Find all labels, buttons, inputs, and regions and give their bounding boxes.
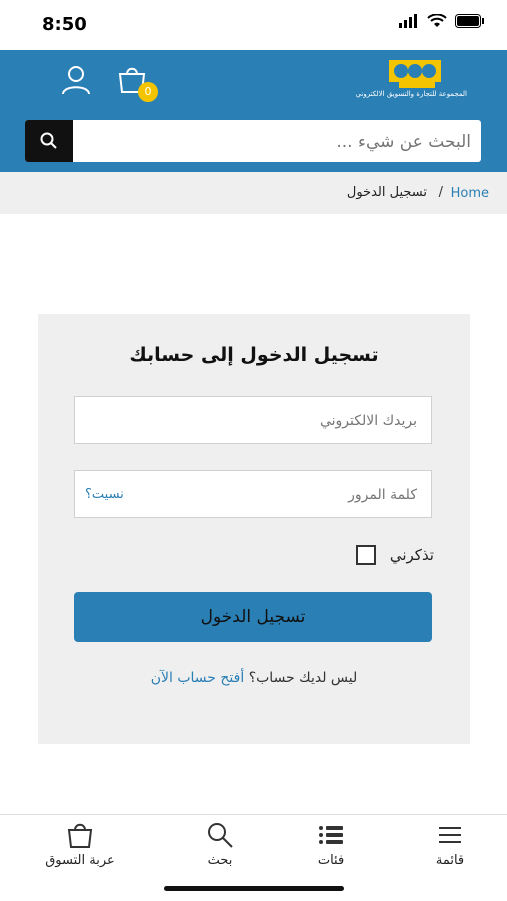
tab-categories[interactable]: فئات <box>281 821 381 868</box>
tab-cart[interactable]: عربة التسوق <box>30 821 130 868</box>
menu-icon <box>439 827 461 843</box>
password-field-wrapper: نسيت؟ <box>74 470 432 519</box>
user-icon[interactable] <box>60 64 92 96</box>
breadcrumb-separator: / <box>438 185 443 200</box>
search-icon <box>208 823 233 848</box>
email-field-wrapper <box>74 396 432 445</box>
tab-menu[interactable]: قائمة <box>400 821 500 868</box>
tab-cart-label: عربة التسوق <box>45 853 115 868</box>
login-button[interactable]: تسجيل الدخول <box>74 592 432 642</box>
password-field[interactable] <box>175 471 419 519</box>
status-bar: 8:50 <box>0 0 507 50</box>
breadcrumb: Home / تسجيل الدخول <box>0 172 507 214</box>
login-title: تسجيل الدخول إلى حسابك <box>129 344 379 366</box>
logo-text: المجموعة للتجارة والتسويق الالكتروني <box>355 90 467 98</box>
remember-me-checkbox[interactable] <box>355 545 376 565</box>
home-indicator <box>164 886 344 891</box>
status-icons <box>399 14 485 28</box>
breadcrumb-current: تسجيل الدخول <box>346 185 427 200</box>
status-time: 8:50 <box>42 14 87 35</box>
create-account-link[interactable]: أفتح حساب الآن <box>151 670 245 686</box>
cart-count-badge: 0 <box>138 82 158 102</box>
wifi-icon <box>427 14 447 27</box>
signup-prompt: ليس لديك حساب؟ أفتح حساب الآن <box>38 670 470 686</box>
search-icon <box>40 132 57 149</box>
tab-search-label: بحث <box>207 853 233 868</box>
login-card: تسجيل الدخول إلى حسابك نسيت؟ تذكرني تسجي… <box>38 314 470 744</box>
forgot-password-link[interactable]: نسيت؟ <box>85 487 124 502</box>
signal-icon <box>399 14 417 28</box>
cart-icon <box>67 823 93 848</box>
battery-icon <box>455 14 484 28</box>
tab-menu-label: قائمة <box>435 853 465 868</box>
remember-me-label: تذكرني <box>389 546 434 564</box>
search-bar <box>25 120 481 164</box>
tab-search[interactable]: بحث <box>170 821 270 868</box>
search-input[interactable] <box>83 120 473 164</box>
tab-categories-label: فئات <box>317 853 345 868</box>
breadcrumb-home-link[interactable]: Home <box>451 186 489 201</box>
search-button[interactable] <box>25 120 73 162</box>
remember-me-row: تذكرني <box>355 545 434 565</box>
categories-icon <box>319 826 343 844</box>
email-field[interactable] <box>175 397 419 445</box>
no-account-text: ليس لديك حساب؟ <box>248 670 358 686</box>
